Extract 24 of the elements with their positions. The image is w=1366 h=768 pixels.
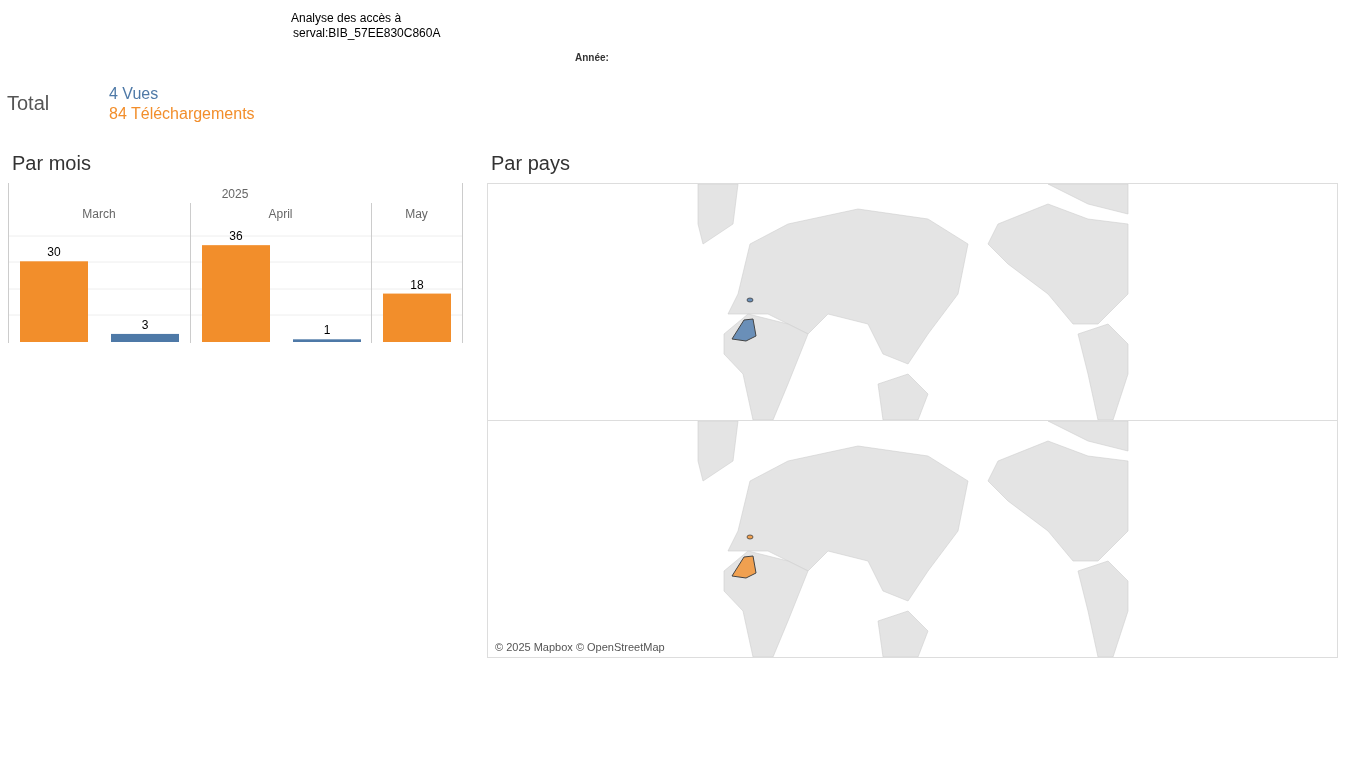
total-label: Total: [7, 91, 51, 116]
highlighted-country[interactable]: [746, 534, 754, 540]
month-header: April: [268, 207, 293, 221]
data-label: 18: [410, 277, 424, 292]
data-label: 3: [141, 317, 149, 332]
month-header: May: [405, 207, 428, 221]
bar: [293, 339, 361, 342]
highlighted-country[interactable]: [731, 318, 757, 342]
data-label: 36: [229, 229, 243, 244]
highlighted-country[interactable]: [731, 555, 757, 579]
report-title: Analyse des accès à: [291, 11, 403, 26]
highlighted-country[interactable]: [746, 297, 754, 303]
bar: [111, 333, 179, 342]
data-label: 30: [47, 245, 61, 260]
section-title: Par pays: [491, 152, 570, 174]
views-total: 4 Vues: [109, 84, 160, 104]
data-label: 1: [323, 323, 331, 338]
section-title: Par mois: [12, 152, 91, 174]
year-header: 2025: [221, 187, 249, 201]
downloads-total: 84 Téléchargements: [109, 104, 255, 124]
year-filter-label: Année:: [575, 51, 609, 65]
month-header: March: [82, 207, 116, 221]
report-title: serval:BIB_57EE830C860A: [292, 26, 441, 41]
bar: [383, 293, 451, 342]
